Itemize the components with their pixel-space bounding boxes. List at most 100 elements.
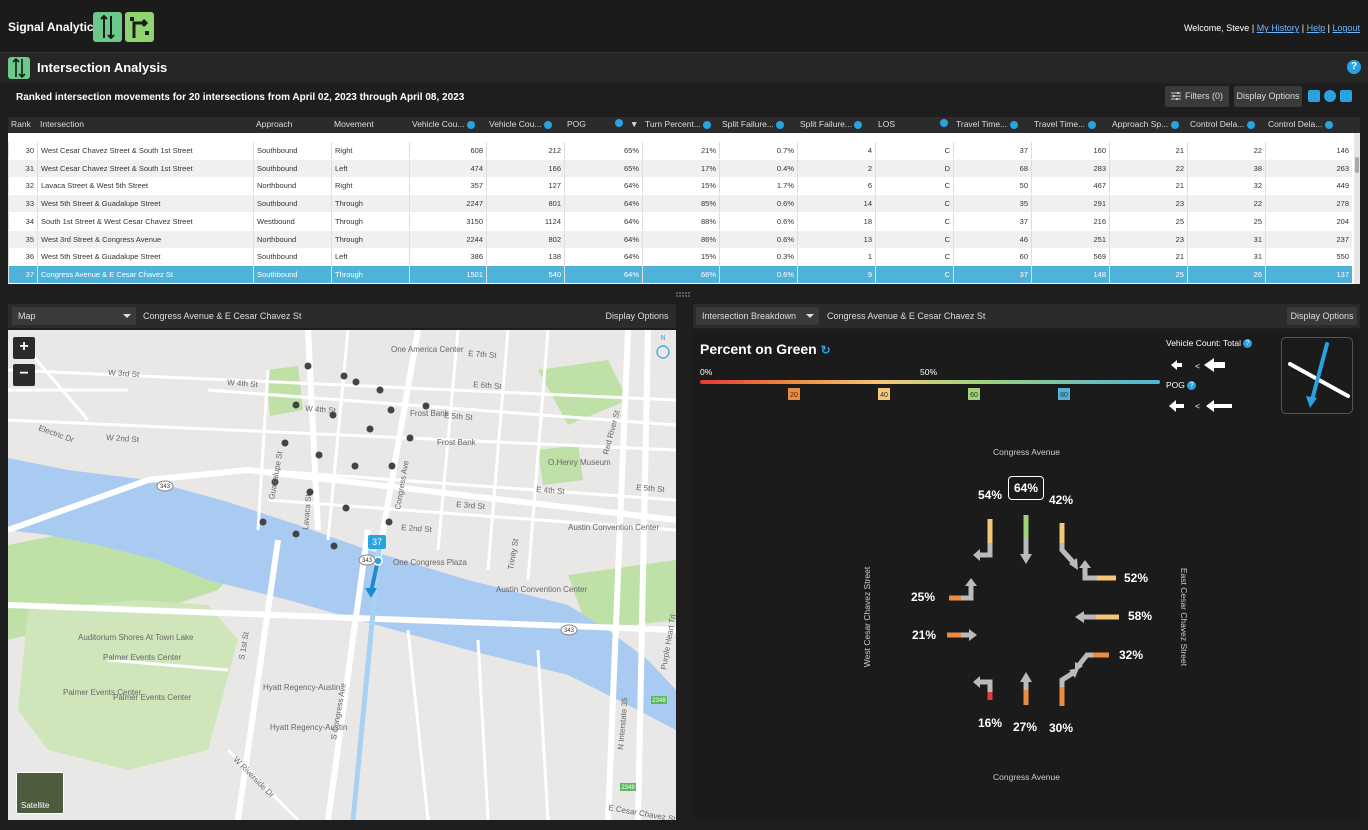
table-cell: 540 [486, 265, 564, 283]
nb-right-arrow [1059, 670, 1075, 687]
col-control-delay-2[interactable]: Control Dela... [1268, 119, 1333, 129]
chevron-down-icon [806, 314, 814, 318]
info-icon[interactable] [703, 120, 712, 129]
sliders-icon [1171, 92, 1181, 100]
col-approach[interactable]: Approach [256, 119, 292, 129]
table-cell: 66% [642, 265, 719, 283]
col-los[interactable]: LOS [878, 119, 948, 129]
col-approach-speed[interactable]: Approach Sp... [1112, 119, 1179, 129]
col-intersection[interactable]: Intersection [40, 119, 84, 129]
table-cell: West Cesar Chavez Street & South 1st Str… [37, 159, 253, 177]
col-pog[interactable]: POG ▼ [567, 119, 638, 129]
map-display-options-button[interactable]: Display Options [601, 307, 673, 325]
table-scroll-thumb[interactable] [1355, 157, 1359, 173]
table-cell: 204 [1265, 212, 1352, 230]
info-icon[interactable] [543, 120, 552, 129]
col-turn-percent[interactable]: Turn Percent... [645, 119, 712, 129]
info-icon[interactable] [1170, 120, 1179, 129]
table-cell: 68 [953, 159, 1031, 177]
table-cell: C [875, 265, 953, 283]
col-travel-time-2[interactable]: Travel Time... [1034, 119, 1096, 129]
table-row[interactable]: 30 West Cesar Chavez Street & South 1st S… [8, 142, 1352, 159]
zoom-out-button[interactable]: − [13, 364, 35, 386]
table-cell: 0.6% [719, 230, 797, 248]
table-cell: 88% [642, 212, 719, 230]
table-row[interactable]: 35 West 3rd Street & Congress Avenue North… [8, 230, 1352, 248]
table-cell: 32 [1187, 177, 1265, 195]
col-control-delay-1[interactable]: Control Dela... [1190, 119, 1255, 129]
breakdown-display-options-button[interactable]: Display Options [1287, 307, 1357, 325]
info-icon[interactable] [1087, 120, 1096, 129]
info-icon[interactable] [1246, 120, 1255, 129]
info-icon[interactable] [1009, 120, 1018, 129]
info-icon[interactable] [615, 119, 623, 127]
sort-desc-icon[interactable]: ▼ [630, 119, 638, 129]
table-cell: Left [331, 248, 409, 266]
col-split-failure-2[interactable]: Split Failure... [800, 119, 863, 129]
my-history-link[interactable]: My History [1257, 23, 1300, 33]
breakdown-view-select[interactable]: Intersection Breakdown [696, 307, 819, 325]
info-icon[interactable] [940, 119, 948, 127]
map-label: Frost Bank [437, 438, 477, 447]
map-canvas[interactable]: 37 343 343 343 2348 2348 One America Cen… [8, 330, 676, 820]
col-vehicle-count-2[interactable]: Vehicle Cou... [489, 119, 552, 129]
table-cell: 3150 [409, 212, 486, 230]
select-value: Map [18, 311, 36, 321]
table-scrollbar[interactable] [1354, 133, 1360, 284]
table-cell: Southbound [253, 142, 331, 159]
table-cell: South 1st Street & West Cesar Chavez Str… [37, 212, 253, 230]
map-label: Frost Bank [410, 409, 450, 418]
table-row[interactable]: 36 West 5th Street & Guadalupe Street Sout… [8, 248, 1352, 266]
zoom-in-button[interactable]: + [13, 337, 35, 359]
info-icon[interactable] [776, 120, 785, 129]
col-vehicle-count-1[interactable]: Vehicle Cou... [412, 119, 475, 129]
table-cell: 13 [797, 230, 875, 248]
col-rank[interactable]: Rank [11, 119, 31, 129]
table-cell: 35 [8, 230, 37, 248]
map-view-select[interactable]: Map [12, 307, 136, 325]
table-cell: 64% [564, 230, 642, 248]
pct-nb-through: 27% [1013, 720, 1038, 734]
save-icon[interactable] [1308, 90, 1320, 102]
table-cell: C [875, 195, 953, 213]
table-cell: Westbound [253, 212, 331, 230]
col-movement[interactable]: Movement [334, 119, 374, 129]
info-icon[interactable] [854, 120, 863, 129]
display-options-button[interactable]: Display Options [1234, 86, 1302, 107]
help-link[interactable]: Help [1307, 23, 1326, 33]
selected-marker-label: 37 [372, 537, 382, 547]
table-row[interactable]: 34 South 1st Street & West Cesar Chavez S… [8, 212, 1352, 230]
table-cell: 283 [1031, 159, 1109, 177]
table-cell: 2244 [409, 230, 486, 248]
table-cell: Northbound [253, 230, 331, 248]
table-row[interactable]: 33 West 5th Street & Guadalupe Street Sout… [8, 195, 1352, 213]
info-icon[interactable] [466, 120, 475, 129]
edit-icon[interactable] [1324, 90, 1336, 102]
page-title: Intersection Analysis [37, 60, 168, 75]
col-travel-time-1[interactable]: Travel Time... [956, 119, 1018, 129]
filters-button[interactable]: Filters (0) [1165, 86, 1229, 107]
table-row[interactable]: 32 Lavaca Street & West 5th Street Northbo… [8, 177, 1352, 195]
logout-link[interactable]: Logout [1332, 23, 1360, 33]
col-split-failure-1[interactable]: Split Failure... [722, 119, 785, 129]
satellite-toggle-button[interactable]: Satellite [16, 772, 64, 814]
splitter-handle[interactable] [675, 290, 693, 297]
col-label: Split Failure... [800, 119, 852, 129]
info-icon[interactable] [1324, 120, 1333, 129]
turn-logo-icon[interactable] [125, 12, 154, 42]
satellite-label: Satellite [21, 801, 50, 810]
shield-2348: 2348 [621, 785, 635, 791]
table-cell: 64% [564, 265, 642, 283]
table-row[interactable]: 31 West Cesar Chavez Street & South 1st S… [8, 159, 1352, 177]
breakdown-title: Congress Avenue & E Cesar Chavez St [827, 311, 986, 321]
table-cell: 148 [1031, 265, 1109, 283]
table-cell: 0.4% [719, 159, 797, 177]
table-cell: 50 [953, 177, 1031, 195]
help-icon[interactable]: ? [1347, 60, 1361, 74]
signal-logo-icon[interactable] [93, 12, 122, 42]
table-row[interactable]: 37 Congress Avenue & E Cesar Chavez St Sou… [8, 265, 1352, 283]
table-cell: 1.7% [719, 177, 797, 195]
table-header: Rank Intersection Approach Movement Vehi… [8, 117, 1360, 133]
table-cell: West 5th Street & Guadalupe Street [37, 248, 253, 266]
delete-icon[interactable] [1340, 90, 1352, 102]
